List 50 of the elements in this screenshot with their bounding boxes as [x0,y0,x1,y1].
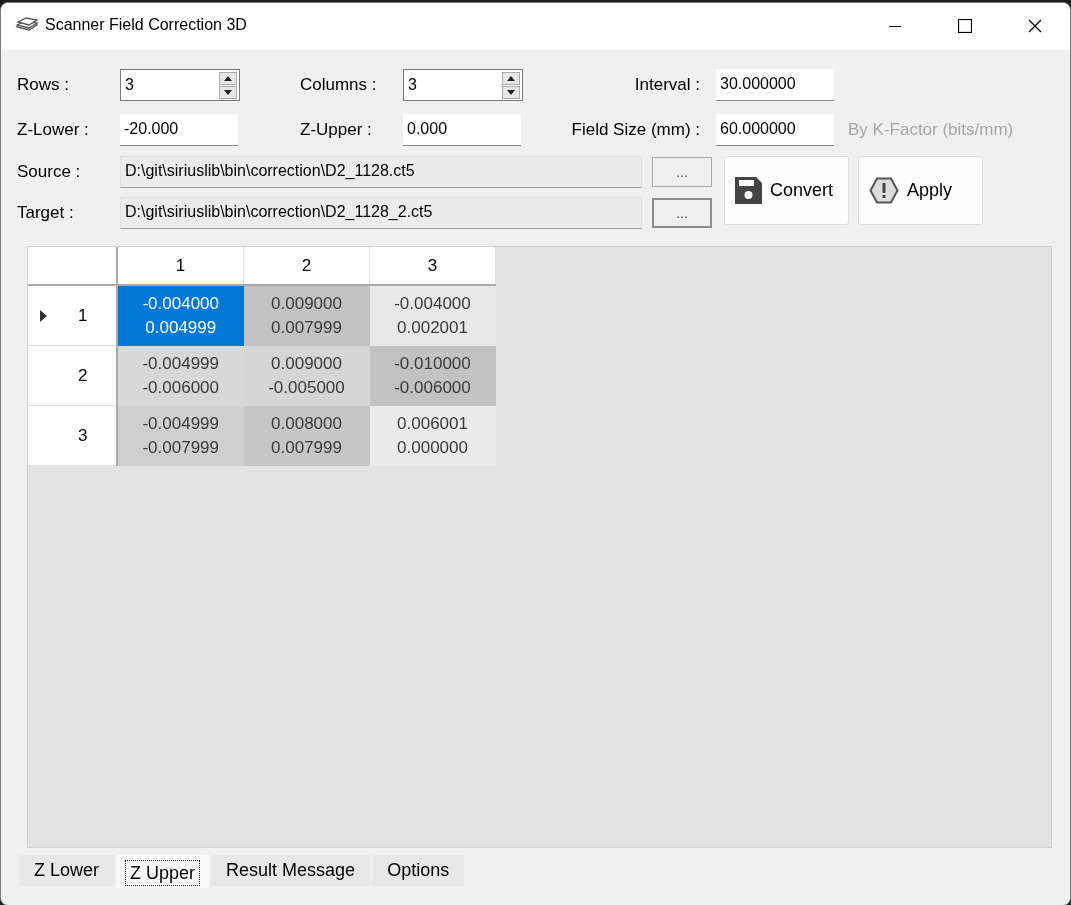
field-size-field[interactable]: 60.000000 [716,114,834,146]
tab[interactable]: Options [372,855,465,886]
z-upper-field[interactable]: 0.000 [403,114,521,146]
tab[interactable]: Result Message [211,855,371,886]
spin-up-icon[interactable] [502,71,520,85]
browse-button[interactable]: ... [652,157,712,187]
field-label: Interval : [634,75,700,95]
column-header[interactable]: 3 [369,247,496,285]
convert-button[interactable]: Convert [724,156,849,225]
columns-spinbox[interactable]: 3 [403,69,523,101]
field-label: Target : [17,203,75,223]
tab[interactable]: Z Upper [116,855,210,888]
table-cell[interactable]: 0.009000 0.007999 [243,285,370,346]
table-cell[interactable]: -0.004000 0.004999 [117,285,244,346]
browse-button[interactable]: ... [652,198,712,228]
table-cell[interactable]: -0.004999 -0.006000 [117,345,244,406]
spin-up-icon[interactable] [219,71,237,85]
field-label: Rows : [17,75,70,95]
table-cell[interactable]: 0.008000 0.007999 [243,405,370,466]
source-path-field[interactable]: D:\git\siriuslib\bin\correction\D2_1128.ct5 [120,156,642,188]
layers-icon [15,14,39,33]
field-label: Field Size (mm) : [571,120,700,140]
window-title: Scanner Field Correction 3D [45,15,247,34]
row-header[interactable]: 1 [28,285,117,346]
field-label: Z-Lower : [17,120,90,140]
k-factor-label: By K-Factor (bits/mm) [847,120,1015,140]
row-header[interactable]: 2 [28,345,117,406]
z-lower-field[interactable]: -20.000 [120,114,238,146]
maximize-icon[interactable] [958,18,972,33]
table-cell[interactable]: 0.009000 -0.005000 [243,345,370,406]
apply-button[interactable]: Apply [858,156,983,225]
table-cell[interactable]: -0.010000 -0.006000 [369,345,496,406]
current-row-icon [39,309,47,322]
column-header[interactable]: 1 [117,247,244,285]
spin-down-icon[interactable] [219,85,237,99]
tab[interactable]: Z Lower [19,855,115,886]
warning-hexagon-icon [869,177,899,204]
rows-spinbox[interactable]: 3 [120,69,240,101]
field-label: Z-Upper : [300,120,373,140]
table-cell[interactable]: -0.004000 0.002001 [369,285,496,346]
interval-field[interactable]: 30.000000 [716,69,834,101]
close-icon[interactable] [1028,18,1042,33]
spin-down-icon[interactable] [502,85,520,99]
table-cell[interactable]: 0.006001 0.000000 [369,405,496,466]
column-header[interactable]: 2 [243,247,370,285]
table-cell[interactable]: -0.004999 -0.007999 [117,405,244,466]
row-header[interactable]: 3 [28,405,117,466]
target-path-field[interactable]: D:\git\siriuslib\bin\correction\D2_1128_2.ct5 [120,197,642,229]
field-label: Columns : [300,75,378,95]
field-label: Source : [17,162,82,182]
